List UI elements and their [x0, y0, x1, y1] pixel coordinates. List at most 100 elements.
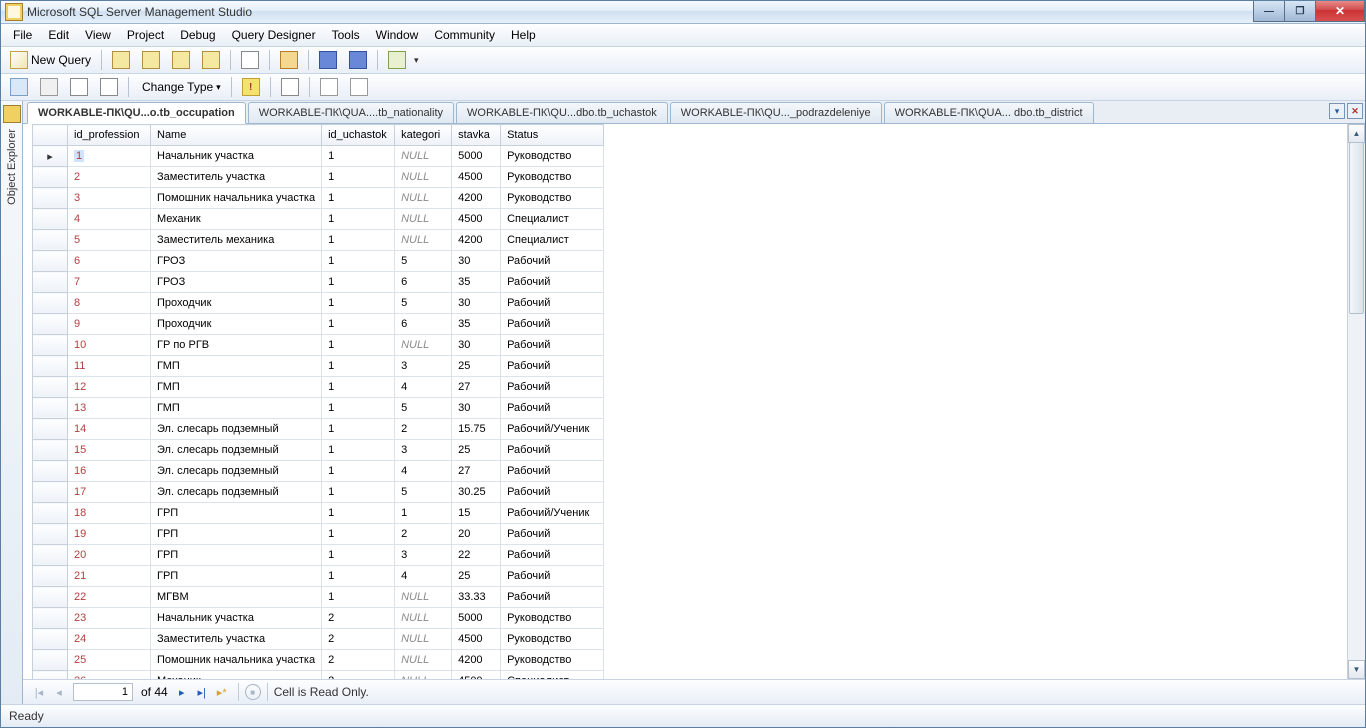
cell-id-profession[interactable]: 11: [68, 356, 151, 377]
cell-kategori[interactable]: 1: [395, 503, 452, 524]
tab-tb-nationality[interactable]: WORKABLE-ПК\QUA....tb_nationality: [248, 102, 454, 123]
table-row[interactable]: 6ГРОЗ1530Рабочий: [33, 251, 604, 272]
close-document-button[interactable]: ✕: [1347, 103, 1363, 119]
menu-debug[interactable]: Debug: [172, 26, 223, 44]
cell-status[interactable]: Рабочий: [501, 587, 604, 608]
cell-kategori[interactable]: NULL: [395, 146, 452, 167]
cell-id-uchastok[interactable]: 1: [322, 251, 395, 272]
cell-stavka[interactable]: 4200: [452, 188, 501, 209]
show-results-button[interactable]: [95, 75, 123, 99]
row-header[interactable]: [33, 587, 68, 608]
results-grid[interactable]: id_profession Name id_uchastok kategori …: [32, 124, 604, 679]
grid-scroll-area[interactable]: id_profession Name id_uchastok kategori …: [32, 124, 1347, 679]
cell-id-profession[interactable]: 2: [68, 167, 151, 188]
cell-name[interactable]: ГРП: [151, 524, 322, 545]
cell-status[interactable]: Руководство: [501, 629, 604, 650]
db-engine-query-button[interactable]: [107, 48, 135, 72]
cell-kategori[interactable]: NULL: [395, 671, 452, 680]
cell-name[interactable]: Заместитель участка: [151, 167, 322, 188]
row-header[interactable]: [33, 167, 68, 188]
row-header[interactable]: [33, 293, 68, 314]
cell-stavka[interactable]: 30: [452, 398, 501, 419]
cell-id-uchastok[interactable]: 2: [322, 650, 395, 671]
cell-status[interactable]: Рабочий/Ученик: [501, 503, 604, 524]
cell-kategori[interactable]: 6: [395, 314, 452, 335]
cell-name[interactable]: Проходчик: [151, 314, 322, 335]
menu-query-designer[interactable]: Query Designer: [224, 26, 324, 44]
cell-id-profession[interactable]: 4: [68, 209, 151, 230]
menu-view[interactable]: View: [77, 26, 119, 44]
table-row[interactable]: 20ГРП1322Рабочий: [33, 545, 604, 566]
cell-stavka[interactable]: 15.75: [452, 419, 501, 440]
minimize-button[interactable]: —: [1253, 1, 1285, 22]
cell-id-profession[interactable]: 22: [68, 587, 151, 608]
cell-stavka[interactable]: 35: [452, 314, 501, 335]
cell-id-uchastok[interactable]: 1: [322, 272, 395, 293]
dropdown-caret[interactable]: ▾: [413, 55, 419, 66]
cell-stavka[interactable]: 30: [452, 293, 501, 314]
cell-id-profession[interactable]: 15: [68, 440, 151, 461]
table-row[interactable]: 12ГМП1427Рабочий: [33, 377, 604, 398]
cell-id-profession[interactable]: 17: [68, 482, 151, 503]
cell-stavka[interactable]: 4500: [452, 209, 501, 230]
cell-status[interactable]: Рабочий: [501, 314, 604, 335]
cell-kategori[interactable]: NULL: [395, 629, 452, 650]
cell-stavka[interactable]: 22: [452, 545, 501, 566]
row-header[interactable]: [33, 671, 68, 680]
menu-community[interactable]: Community: [426, 26, 503, 44]
cell-status[interactable]: Рабочий: [501, 482, 604, 503]
nav-last-button[interactable]: ▸|: [193, 683, 211, 701]
nav-next-button[interactable]: ▸: [173, 683, 191, 701]
cell-name[interactable]: Помошник начальника участка: [151, 650, 322, 671]
cell-id-profession[interactable]: 14: [68, 419, 151, 440]
row-header[interactable]: [33, 335, 68, 356]
cell-stavka[interactable]: 20: [452, 524, 501, 545]
row-header[interactable]: ▸: [33, 146, 68, 167]
table-row[interactable]: 23Начальник участка2NULL5000Руководство: [33, 608, 604, 629]
cell-id-profession[interactable]: 19: [68, 524, 151, 545]
cell-id-uchastok[interactable]: 2: [322, 629, 395, 650]
cell-status[interactable]: Рабочий: [501, 440, 604, 461]
cell-stavka[interactable]: 35: [452, 272, 501, 293]
cell-id-profession[interactable]: 7: [68, 272, 151, 293]
cell-id-profession[interactable]: 21: [68, 566, 151, 587]
cell-id-profession[interactable]: 23: [68, 608, 151, 629]
scroll-up-button[interactable]: ▲: [1348, 124, 1365, 143]
add-table-button[interactable]: [345, 75, 373, 99]
show-diagram-button[interactable]: [5, 75, 33, 99]
row-header[interactable]: [33, 650, 68, 671]
row-header[interactable]: [33, 461, 68, 482]
cell-id-profession[interactable]: 25: [68, 650, 151, 671]
table-row[interactable]: 8Проходчик1530Рабочий: [33, 293, 604, 314]
nav-position-input[interactable]: [73, 683, 133, 701]
cell-id-uchastok[interactable]: 1: [322, 419, 395, 440]
cell-status[interactable]: Рабочий: [501, 524, 604, 545]
row-header[interactable]: [33, 524, 68, 545]
cell-status[interactable]: Специалист: [501, 230, 604, 251]
nav-new-button[interactable]: ▸*: [213, 683, 231, 701]
table-row[interactable]: 14Эл. слесарь подземный1215.75Рабочий/Уч…: [33, 419, 604, 440]
cell-id-uchastok[interactable]: 1: [322, 461, 395, 482]
cell-name[interactable]: ГРОЗ: [151, 251, 322, 272]
close-button[interactable]: ✕: [1315, 1, 1365, 22]
cell-status[interactable]: Руководство: [501, 188, 604, 209]
table-row[interactable]: 24Заместитель участка2NULL4500Руководств…: [33, 629, 604, 650]
activity-monitor-button[interactable]: [383, 48, 411, 72]
cell-kategori[interactable]: NULL: [395, 230, 452, 251]
cell-name[interactable]: ГМП: [151, 356, 322, 377]
cell-name[interactable]: МГВМ: [151, 587, 322, 608]
cell-name[interactable]: Эл. слесарь подземный: [151, 482, 322, 503]
row-header[interactable]: [33, 629, 68, 650]
cell-id-uchastok[interactable]: 1: [322, 314, 395, 335]
row-header[interactable]: [33, 608, 68, 629]
table-row[interactable]: 18ГРП1115Рабочий/Ученик: [33, 503, 604, 524]
verify-sql-button[interactable]: [276, 75, 304, 99]
cell-stavka[interactable]: 25: [452, 356, 501, 377]
cell-id-uchastok[interactable]: 1: [322, 503, 395, 524]
table-row[interactable]: 22МГВМ1NULL33.33Рабочий: [33, 587, 604, 608]
cell-stavka[interactable]: 27: [452, 461, 501, 482]
cell-id-uchastok[interactable]: 1: [322, 356, 395, 377]
cell-stavka[interactable]: 25: [452, 440, 501, 461]
cell-id-profession[interactable]: 13: [68, 398, 151, 419]
cell-status[interactable]: Рабочий: [501, 398, 604, 419]
